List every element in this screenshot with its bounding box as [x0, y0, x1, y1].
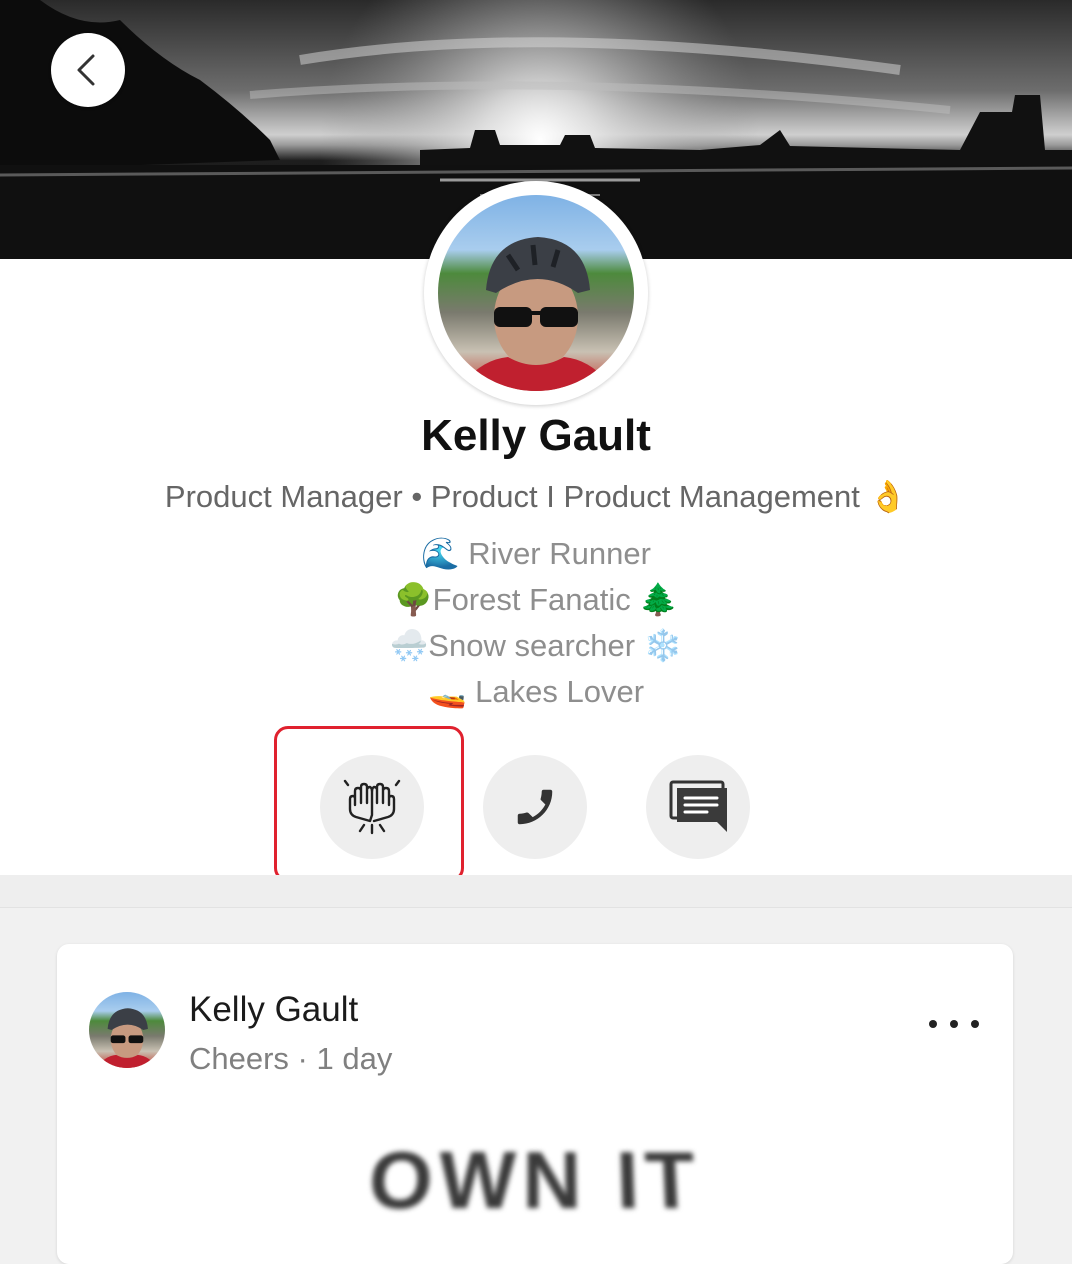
dot-icon	[929, 1020, 937, 1028]
phone-icon	[512, 784, 558, 830]
post-image-text: OWN IT	[57, 1135, 1013, 1228]
post-meta: Cheers · 1 day	[189, 1041, 392, 1077]
avatar-photo	[438, 195, 634, 391]
profile-name: Kelly Gault	[0, 411, 1072, 461]
call-button[interactable]	[483, 755, 587, 859]
dot-icon	[950, 1020, 958, 1028]
selection-highlight	[274, 726, 464, 882]
dot-icon	[971, 1020, 979, 1028]
chevron-left-icon	[73, 53, 103, 87]
message-button[interactable]	[646, 755, 750, 859]
bio-line-2: 🌳Forest Fanatic 🌲	[0, 581, 1072, 618]
bio-line-1: 🌊 River Runner	[0, 535, 1072, 572]
post-author-name[interactable]: Kelly Gault	[189, 990, 358, 1030]
back-button[interactable]	[51, 33, 125, 107]
more-options-button[interactable]	[929, 1006, 979, 1042]
section-divider	[0, 875, 1072, 908]
chat-icon	[667, 776, 729, 838]
bio-line-3: 🌨️Snow searcher ❄️	[0, 627, 1072, 664]
profile-title: Product Manager • Product I Product Mana…	[0, 478, 1072, 515]
post-card: Kelly Gault Cheers · 1 day OWN IT	[57, 944, 1013, 1264]
profile-avatar	[424, 181, 648, 405]
bio-line-4: 🚤 Lakes Lover	[0, 673, 1072, 710]
post-author-avatar[interactable]	[89, 992, 165, 1068]
